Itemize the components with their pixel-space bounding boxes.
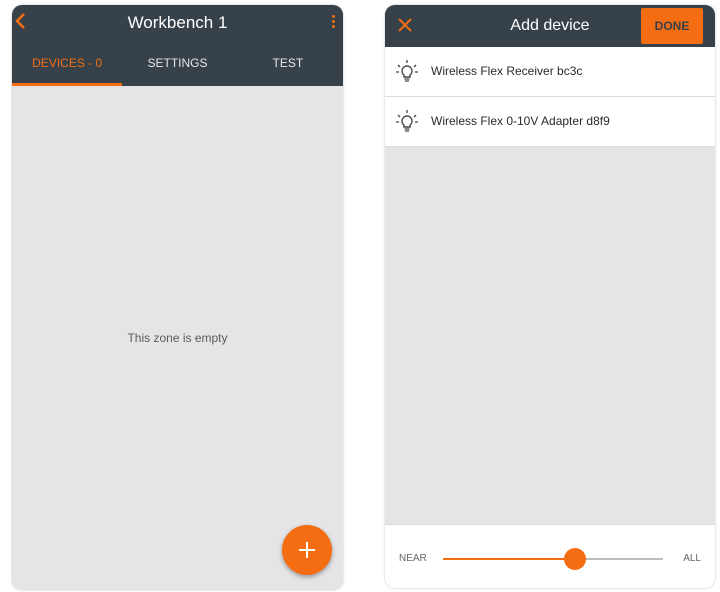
list-item[interactable]: Wireless Flex Receiver bc3c bbox=[385, 47, 715, 97]
dialog-header: Add device DONE bbox=[385, 5, 715, 47]
all-label: ALL bbox=[683, 553, 701, 564]
list-item[interactable]: Wireless Flex 0-10V Adapter d8f9 bbox=[385, 97, 715, 147]
more-vertical-icon[interactable] bbox=[329, 15, 337, 31]
tab-settings[interactable]: SETTINGS bbox=[122, 52, 232, 86]
tab-devices[interactable]: DEVICES - 0 bbox=[12, 52, 123, 86]
add-device-button[interactable] bbox=[282, 525, 332, 575]
slider-thumb[interactable] bbox=[564, 548, 586, 570]
device-name: Wireless Flex Receiver bc3c bbox=[431, 64, 583, 78]
near-label: NEAR bbox=[399, 553, 427, 564]
tab-test[interactable]: TEST bbox=[233, 52, 343, 86]
app-header: Workbench 1 DEVICES - 0 SETTINGS TEST bbox=[12, 5, 343, 86]
zone-screen: Workbench 1 DEVICES - 0 SETTINGS TEST Th… bbox=[12, 5, 343, 590]
range-slider-bar: NEAR ALL bbox=[385, 524, 715, 588]
device-name: Wireless Flex 0-10V Adapter d8f9 bbox=[431, 114, 610, 128]
done-button[interactable]: DONE bbox=[641, 8, 703, 44]
device-list: Wireless Flex Receiver bc3c Wireless Fle… bbox=[385, 47, 715, 147]
lightbulb-icon bbox=[396, 110, 418, 132]
empty-state-message: This zone is empty bbox=[127, 331, 228, 345]
page-title: Workbench 1 bbox=[127, 13, 228, 32]
range-slider[interactable] bbox=[443, 548, 663, 570]
plus-icon bbox=[299, 542, 315, 558]
range-fill bbox=[443, 558, 575, 560]
lightbulb-icon bbox=[396, 60, 418, 82]
tab-bar: DEVICES - 0 SETTINGS TEST bbox=[12, 52, 343, 86]
add-device-screen: Add device DONE Wireless Flex Receiver b… bbox=[385, 5, 715, 588]
